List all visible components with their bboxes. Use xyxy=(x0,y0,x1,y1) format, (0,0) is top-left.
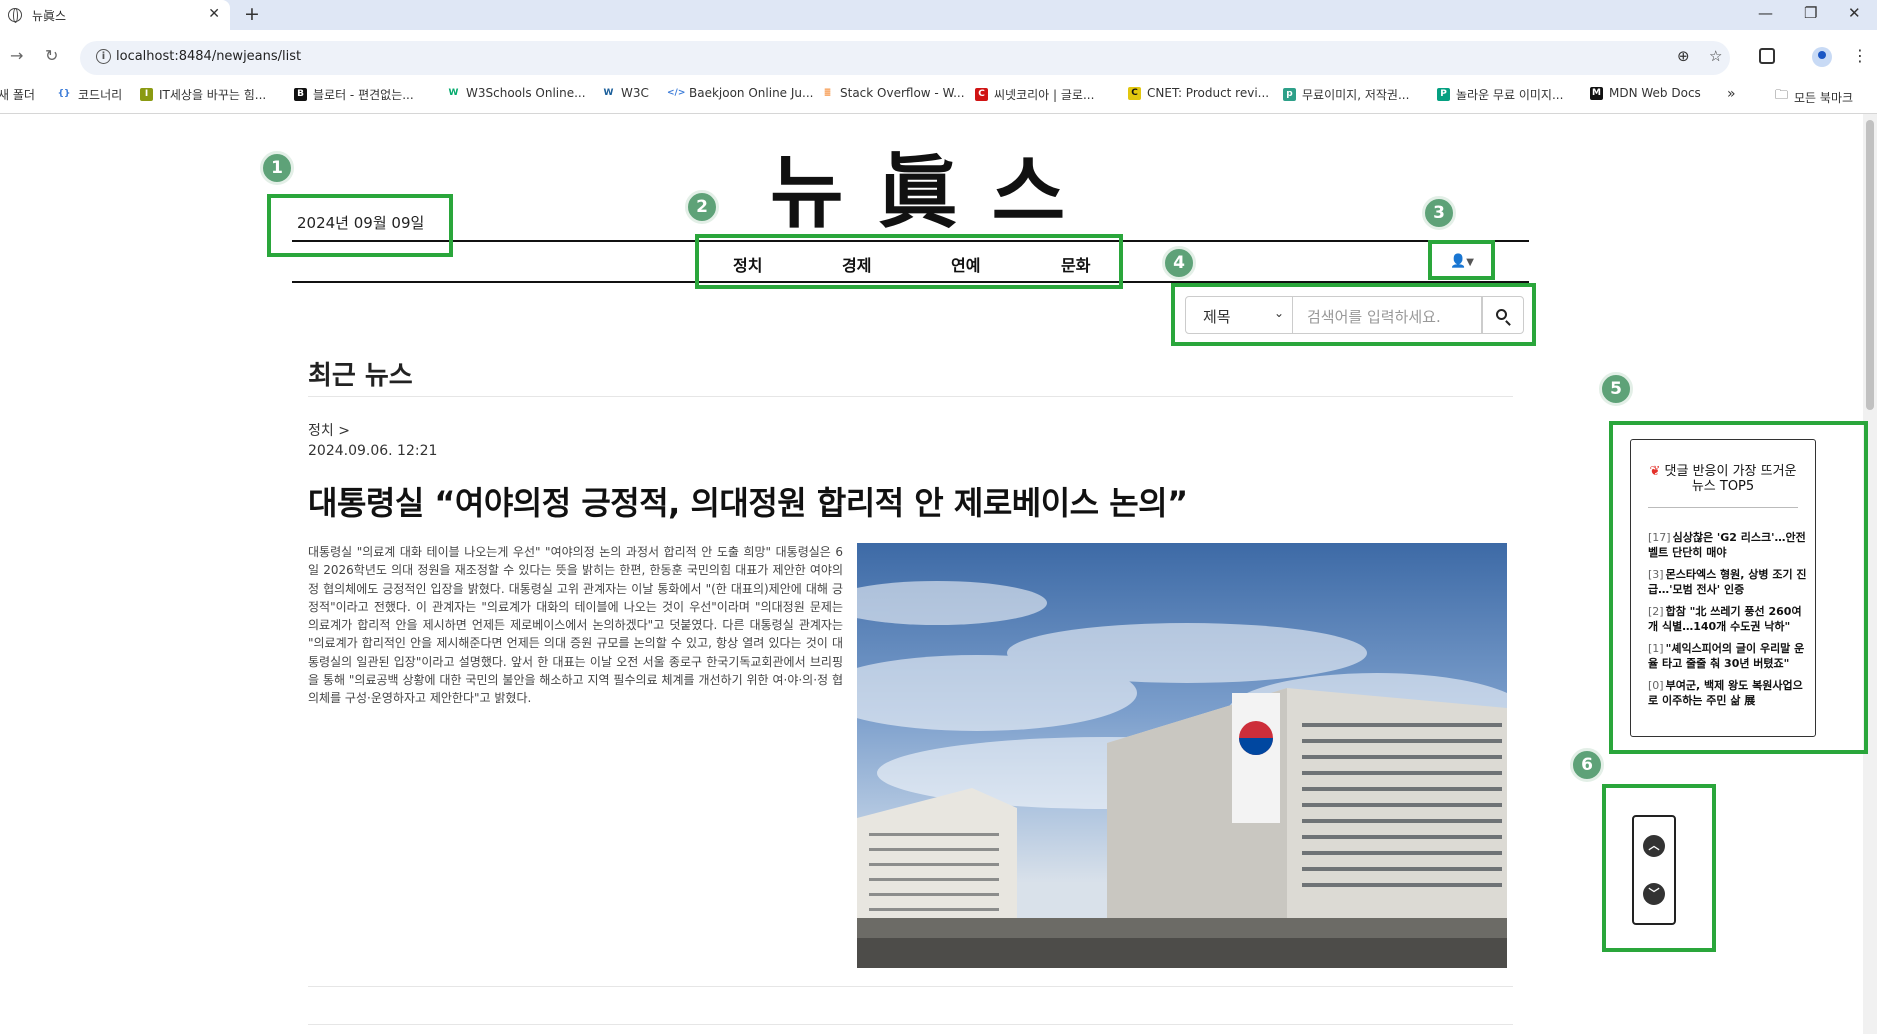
all-bookmarks-label: 모든 북마크 xyxy=(1794,90,1854,105)
article-category[interactable]: 정치 > xyxy=(308,420,350,440)
annotation-badge-3: 3 xyxy=(1422,196,1456,230)
site-info-icon[interactable]: i xyxy=(96,49,111,64)
globe-icon xyxy=(8,8,22,23)
highlight-search xyxy=(1171,283,1536,346)
close-tab-icon[interactable]: ✕ xyxy=(208,6,220,22)
bookmark-label: 새 폴더 xyxy=(0,88,35,102)
section-title: 최근 뉴스 xyxy=(308,361,413,391)
article-headline[interactable]: 대통령실 “여야의정 긍정적, 의대정원 합리적 안 제로베이스 논의” xyxy=(308,478,1528,524)
extensions-icon[interactable] xyxy=(1759,48,1775,64)
scrollbar-thumb[interactable] xyxy=(1866,120,1874,410)
annotation-badge-1: 1 xyxy=(260,151,294,185)
braces-icon: {} xyxy=(57,89,71,99)
bookmark-label: W3C xyxy=(621,86,649,100)
bookmarks-bar: 새 폴더 {} 코드너리 I IT세상을 바꾸는 힘... B 블로터 - 편견없는.… xyxy=(0,82,1877,108)
presidential-office-photo xyxy=(857,581,1507,968)
reload-icon[interactable]: ↻ xyxy=(45,46,58,65)
bookmark-item[interactable]: </> Baekjoon Online Ju... xyxy=(667,86,813,100)
bookmark-item[interactable]: P 놀라운 무료 이미지... xyxy=(1437,86,1563,103)
bookmark-label: CNET: Product revi... xyxy=(1147,86,1270,100)
bookmark-item[interactable]: ≣ Stack Overflow - W... xyxy=(821,86,965,100)
article-body[interactable]: 대통령실 "의료계 대화 테이블 나오는게 우선" "여야의정 논의 과정서 합… xyxy=(308,543,843,708)
bookmark-item[interactable]: M MDN Web Docs xyxy=(1590,86,1701,100)
bookmark-label: W3Schools Online... xyxy=(466,86,586,100)
bookmark-item[interactable]: W W3Schools Online... xyxy=(447,86,586,100)
bookmark-item[interactable]: {} 코드너리 xyxy=(56,86,123,103)
highlight-nav xyxy=(695,234,1123,289)
article-timestamp: 2024.09.06. 12:21 xyxy=(308,443,438,459)
article-photo[interactable] xyxy=(857,543,1507,968)
bookmark-item[interactable]: B 블로터 - 편견없는... xyxy=(294,86,414,103)
stackoverflow-logo-icon: ≣ xyxy=(823,87,832,98)
bookmark-item[interactable]: C CNET: Product revi... xyxy=(1128,86,1269,100)
bloter-logo-icon: B xyxy=(294,88,307,101)
baekjoon-logo-icon: </> xyxy=(667,87,686,98)
tab-bar: 뉴眞스 ✕ + — ❐ ✕ xyxy=(0,0,1877,30)
annotation-badge-4: 4 xyxy=(1162,246,1196,280)
close-window-icon[interactable]: ✕ xyxy=(1848,4,1861,22)
cnet-logo-icon: C xyxy=(1128,86,1141,100)
restore-icon[interactable]: ❐ xyxy=(1804,4,1817,22)
profile-icon[interactable] xyxy=(1812,47,1832,67)
chrome-divider xyxy=(0,113,1877,114)
new-tab-icon[interactable]: + xyxy=(244,3,260,25)
app: 뉴眞스 ✕ + — ❐ ✕ → ↻ i localhost:8484/newje… xyxy=(0,0,1877,1034)
folder-icon: 🗀 xyxy=(1775,88,1789,103)
w3c-logo-icon: W xyxy=(603,87,614,98)
bookmark-item[interactable]: p 무료이미지, 저작권... xyxy=(1283,86,1409,103)
more-bookmarks-icon[interactable]: » xyxy=(1727,86,1736,102)
bookmark-item[interactable]: 새 폴더 xyxy=(0,86,35,103)
tab-title: 뉴眞스 xyxy=(32,8,67,23)
forward-icon[interactable]: → xyxy=(10,46,23,65)
bookmark-item[interactable]: I IT세상을 바꾸는 힘... xyxy=(140,86,266,103)
browser-tab[interactable]: 뉴眞스 ✕ xyxy=(0,0,230,30)
bookmark-item[interactable]: C 씨넷코리아 | 글로... xyxy=(975,86,1094,103)
cnet-korea-logo-icon: C xyxy=(975,88,988,101)
site-logo[interactable]: 뉴眞스 xyxy=(770,147,1099,237)
annotation-badge-2: 2 xyxy=(685,190,719,224)
bookmark-label: Stack Overflow - W... xyxy=(840,86,965,100)
url-text[interactable]: localhost:8484/newjeans/list xyxy=(116,49,301,64)
w3schools-logo-icon: W xyxy=(448,87,459,98)
bookmark-star-icon[interactable]: ☆ xyxy=(1709,47,1722,65)
annotation-badge-5: 5 xyxy=(1599,372,1633,406)
article-divider xyxy=(308,1024,1513,1025)
annotation-badge-6: 6 xyxy=(1570,748,1604,782)
all-bookmarks-button[interactable]: 🗀 모든 북마크 xyxy=(1775,86,1853,108)
highlight-top5 xyxy=(1609,421,1868,754)
pixabay-logo-icon: p xyxy=(1283,88,1296,101)
mdn-logo-icon: M xyxy=(1590,86,1603,100)
bookmark-label: 놀라운 무료 이미지... xyxy=(1456,88,1564,102)
bookmark-label: MDN Web Docs xyxy=(1609,86,1701,100)
section-divider xyxy=(308,396,1513,397)
menu-icon[interactable]: ⋮ xyxy=(1852,46,1868,65)
bookmark-label: 코드너리 xyxy=(78,88,123,102)
bookmark-label: 무료이미지, 저작권... xyxy=(1302,88,1410,102)
bookmark-label: 블로터 - 편견없는... xyxy=(313,88,414,102)
it-logo-icon: I xyxy=(140,88,153,101)
highlight-user-menu xyxy=(1428,240,1495,280)
address-bar[interactable] xyxy=(80,41,1730,75)
pexels-logo-icon: P xyxy=(1437,88,1450,101)
bookmark-label: 씨넷코리아 | 글로... xyxy=(994,88,1095,102)
bookmark-item[interactable]: W W3C xyxy=(602,86,649,100)
highlight-date xyxy=(267,194,453,257)
highlight-scroll-controls xyxy=(1602,784,1716,952)
bookmark-label: Baekjoon Online Ju... xyxy=(689,86,814,100)
zoom-icon[interactable]: ⊕ xyxy=(1677,47,1690,65)
minimize-icon[interactable]: — xyxy=(1758,4,1773,22)
article-divider xyxy=(308,986,1513,987)
bookmark-label: IT세상을 바꾸는 힘... xyxy=(159,88,267,102)
